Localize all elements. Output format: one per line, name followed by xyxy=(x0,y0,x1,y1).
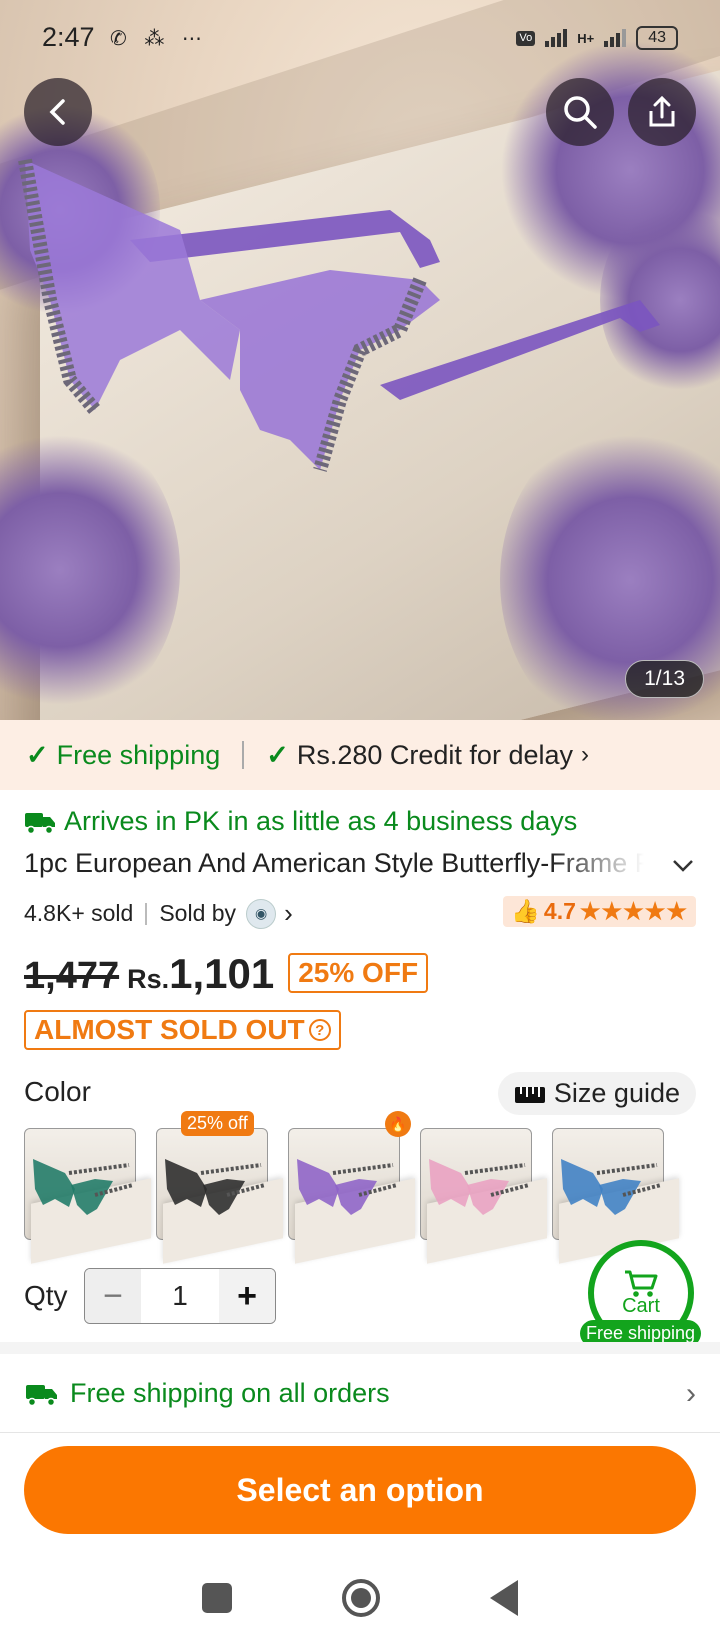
search-icon xyxy=(564,96,597,129)
hot-icon: 🔥 xyxy=(385,1111,411,1137)
size-guide-button[interactable]: Size guide xyxy=(497,1072,696,1115)
share-button[interactable] xyxy=(628,78,696,146)
signal-icon xyxy=(604,29,627,47)
free-shipping-badge: ✓ Free shipping xyxy=(26,740,220,771)
free-shipping-all-text: Free shipping on all orders xyxy=(70,1378,390,1408)
rating-value: 4.7 xyxy=(543,898,576,924)
currency: Rs. xyxy=(127,964,170,994)
cart-label: Cart xyxy=(622,1294,660,1317)
system-nav-bar xyxy=(0,1556,720,1640)
color-swatch[interactable] xyxy=(420,1128,547,1264)
credit-for-delay[interactable]: ✓ Rs.280 Credit for delay › xyxy=(266,740,589,771)
color-swatch[interactable]: 25% off xyxy=(156,1111,283,1264)
price-row: 1,477 Rs. 1,101 25% OFF xyxy=(24,950,429,999)
home-button[interactable] xyxy=(342,1579,380,1617)
search-button[interactable] xyxy=(546,78,614,146)
sunglasses-thumbnail xyxy=(561,1159,662,1215)
color-swatch[interactable] xyxy=(24,1128,151,1264)
status-time: 2:47 xyxy=(42,22,95,52)
increase-qty-button[interactable]: + xyxy=(219,1269,275,1323)
color-swatch[interactable] xyxy=(552,1128,679,1264)
volte-icon: Vo xyxy=(516,30,536,46)
chevron-right-icon[interactable]: › xyxy=(284,898,293,929)
check-icon: ✓ xyxy=(26,739,49,770)
seller-logo[interactable]: ◉ xyxy=(246,898,277,929)
sold-info: 4.8K+ sold Sold by ◉ › xyxy=(24,898,293,929)
status-bar: 2:47 ✆ ⁂ ⋯ Vo H+ 43 xyxy=(0,0,720,76)
select-option-button[interactable]: Select an option xyxy=(24,1446,696,1534)
share-icon xyxy=(649,95,675,127)
notification-icons: ✆ ⁂ ⋯ xyxy=(110,28,208,50)
status-right: Vo H+ 43 xyxy=(516,26,678,50)
help-icon: ? xyxy=(308,1019,331,1041)
arrival-text: Arrives in PK in as little as 4 business… xyxy=(64,806,578,836)
delivery-truck-icon xyxy=(26,1384,57,1406)
battery-icon: 43 xyxy=(636,26,678,50)
thumbs-up-icon: 👍 xyxy=(511,898,540,924)
sold-by-label: Sold by xyxy=(159,900,237,926)
sunglasses-thumbnail xyxy=(429,1159,530,1215)
shipping-promo-bar[interactable]: ✓ Free shipping ✓ Rs.280 Credit for dela… xyxy=(0,720,720,790)
section-divider xyxy=(0,1342,720,1354)
quantity-value: 1 xyxy=(172,1280,188,1311)
product-title[interactable]: 1pc European And American Style Butterfl… xyxy=(24,848,644,879)
color-swatches: 25% off 🔥 xyxy=(24,1111,679,1264)
signal-icon xyxy=(545,29,568,47)
decrease-qty-button[interactable]: − xyxy=(85,1269,141,1323)
swatch-discount-badge: 25% off xyxy=(181,1111,254,1136)
free-shipping-text: Free shipping xyxy=(56,739,221,770)
sunglasses-thumbnail xyxy=(33,1159,134,1215)
check-icon: ✓ xyxy=(266,739,289,770)
delivery-truck-icon xyxy=(25,812,55,834)
color-swatch[interactable]: 🔥 xyxy=(288,1111,415,1264)
rating-badge[interactable]: 👍 4.7 ★★★★★ xyxy=(503,896,696,927)
ruler-icon xyxy=(514,1086,545,1103)
delivery-estimate: Arrives in PK in as little as 4 business… xyxy=(24,806,577,837)
recents-button[interactable] xyxy=(202,1583,232,1613)
almost-sold-out-text: ALMOST SOLD OUT xyxy=(34,1014,305,1045)
back-nav-button[interactable] xyxy=(490,1580,518,1616)
divider xyxy=(0,1432,720,1433)
color-label: Color xyxy=(24,1076,91,1107)
back-button[interactable] xyxy=(24,78,92,146)
size-guide-label: Size guide xyxy=(553,1078,680,1108)
home-icon xyxy=(351,1588,371,1608)
qty-label: Qty xyxy=(24,1280,68,1311)
quantity-stepper: − 1 + xyxy=(84,1268,276,1324)
chevron-right-icon: › xyxy=(686,1376,696,1410)
free-shipping-all-orders[interactable]: Free shipping on all orders › xyxy=(24,1376,696,1410)
sunglasses-thumbnail xyxy=(297,1159,398,1215)
network-type-icon: H+ xyxy=(577,30,595,46)
chevron-down-icon[interactable] xyxy=(670,852,696,878)
original-price: 1,477 xyxy=(24,955,120,997)
chevron-left-icon xyxy=(49,99,65,125)
star-rating: ★★★★★ xyxy=(579,898,688,924)
discount-badge: 25% OFF xyxy=(288,953,429,993)
sunglasses-thumbnail xyxy=(165,1159,266,1215)
sold-count: 4.8K+ sold xyxy=(24,900,134,926)
image-counter: 1/13 xyxy=(625,660,704,698)
almost-sold-out-badge[interactable]: ALMOST SOLD OUT ? xyxy=(24,1010,341,1050)
credit-text: Rs.280 Credit for delay xyxy=(296,739,573,770)
divider xyxy=(242,741,245,769)
divider xyxy=(145,902,148,925)
sale-price: 1,101 xyxy=(169,950,275,997)
chevron-right-icon: › xyxy=(581,741,589,768)
